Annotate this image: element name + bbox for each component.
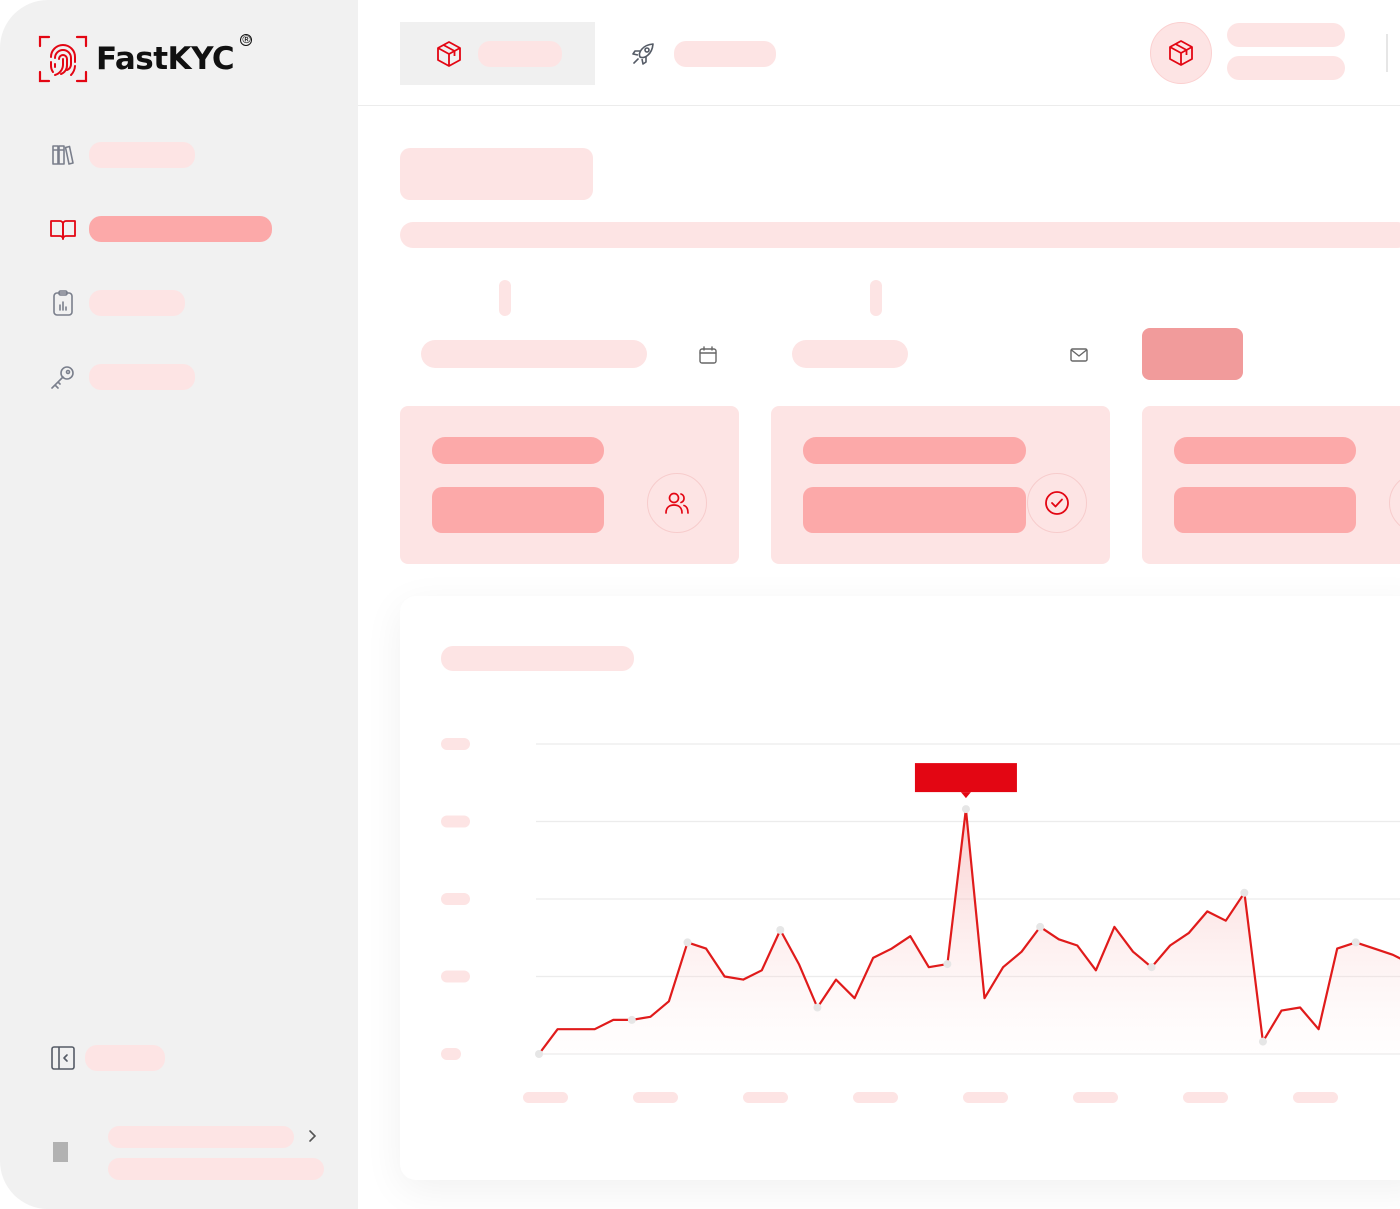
sidebar-item-reports[interactable] bbox=[48, 288, 185, 318]
sidebar-collapse-icon bbox=[48, 1043, 78, 1073]
clipboard-chart-icon bbox=[48, 288, 78, 318]
x-tick-label bbox=[743, 1092, 788, 1103]
chart-tooltip bbox=[914, 763, 1017, 793]
tab-label bbox=[478, 40, 562, 67]
sidebar-collapse-button[interactable] bbox=[48, 1043, 165, 1073]
sidebar-item-api-keys[interactable] bbox=[48, 362, 195, 392]
stat-label bbox=[803, 437, 1026, 464]
mail-icon[interactable] bbox=[1068, 344, 1090, 366]
y-tick-label bbox=[441, 1048, 461, 1060]
filter-label-date bbox=[499, 280, 511, 316]
users-icon bbox=[647, 473, 707, 533]
chart-tooltip-arrow bbox=[960, 792, 971, 799]
sidebar-item-docs[interactable] bbox=[48, 214, 272, 244]
apply-filter-button[interactable] bbox=[1142, 328, 1243, 380]
app-window: FastKYC ® bbox=[0, 0, 1400, 1209]
chart-point[interactable] bbox=[776, 926, 785, 934]
brand-logo[interactable]: FastKYC ® bbox=[38, 34, 252, 84]
email-filter-input[interactable] bbox=[792, 340, 908, 368]
x-tick-label bbox=[853, 1092, 898, 1103]
user-email bbox=[108, 1158, 324, 1180]
library-icon bbox=[48, 140, 78, 170]
chart-point[interactable] bbox=[943, 960, 952, 969]
chart-point[interactable] bbox=[961, 805, 970, 814]
chart-point[interactable] bbox=[813, 1003, 822, 1012]
brand-name: FastKYC bbox=[96, 41, 235, 77]
chart-point[interactable] bbox=[1036, 922, 1045, 931]
x-tick-label bbox=[1183, 1092, 1228, 1103]
stat-value bbox=[803, 487, 1026, 533]
chart-point[interactable] bbox=[1147, 963, 1156, 972]
sidebar-item-label bbox=[89, 364, 195, 390]
collapse-label bbox=[85, 1045, 165, 1071]
filter-label-email bbox=[870, 280, 882, 316]
y-tick-label bbox=[441, 815, 470, 828]
top-bar bbox=[358, 0, 1400, 106]
workspace-name bbox=[1227, 23, 1345, 47]
stat-card-verified bbox=[771, 406, 1110, 564]
sidebar: FastKYC ® bbox=[0, 0, 358, 1209]
topbar-divider bbox=[1386, 34, 1388, 72]
y-tick-label bbox=[441, 893, 470, 905]
sidebar-item-label bbox=[89, 216, 272, 242]
key-icon bbox=[48, 362, 78, 392]
box-icon bbox=[434, 39, 464, 69]
box-icon bbox=[1166, 38, 1196, 68]
chart-point[interactable] bbox=[627, 1015, 636, 1024]
sidebar-item-library[interactable] bbox=[48, 140, 195, 170]
chart-point[interactable] bbox=[683, 938, 692, 947]
circle-icon bbox=[1389, 473, 1400, 533]
x-tick-label bbox=[523, 1092, 568, 1103]
y-tick-label bbox=[441, 738, 470, 750]
sidebar-item-label bbox=[89, 142, 195, 168]
chart-point[interactable] bbox=[1351, 938, 1360, 947]
fingerprint-logo-icon bbox=[38, 35, 88, 83]
chart-point[interactable] bbox=[1240, 888, 1249, 897]
x-tick-label bbox=[1073, 1092, 1118, 1103]
page-title bbox=[400, 148, 593, 200]
registered-mark: ® bbox=[240, 33, 252, 46]
stat-value bbox=[432, 487, 604, 533]
book-open-icon bbox=[48, 214, 78, 244]
tab-launch[interactable] bbox=[610, 22, 800, 85]
page-description bbox=[400, 222, 1400, 248]
x-tick-label bbox=[1293, 1092, 1338, 1103]
stat-card-users bbox=[400, 406, 739, 564]
y-tick-label bbox=[441, 970, 470, 983]
stat-label bbox=[1174, 437, 1356, 464]
chart-point[interactable] bbox=[535, 1050, 543, 1058]
chevron-right-icon bbox=[306, 1128, 318, 1149]
x-tick-label bbox=[963, 1092, 1008, 1103]
calendar-icon[interactable] bbox=[697, 344, 719, 366]
x-tick-label bbox=[633, 1092, 678, 1103]
tab-products[interactable] bbox=[400, 22, 595, 85]
stat-value bbox=[1174, 487, 1356, 533]
chart-point[interactable] bbox=[1258, 1037, 1267, 1046]
stat-label bbox=[432, 437, 604, 464]
workspace-avatar[interactable] bbox=[1150, 22, 1212, 84]
date-range-input[interactable] bbox=[421, 340, 647, 368]
check-circle-icon bbox=[1027, 473, 1087, 533]
user-name bbox=[108, 1126, 294, 1148]
sidebar-item-label bbox=[89, 290, 185, 316]
tab-label bbox=[674, 40, 776, 67]
line-chart bbox=[441, 738, 1400, 1103]
rocket-icon bbox=[628, 39, 658, 69]
chart-card bbox=[400, 596, 1400, 1180]
user-profile[interactable] bbox=[52, 1124, 332, 1184]
workspace-role bbox=[1227, 56, 1345, 80]
stat-card-third bbox=[1142, 406, 1400, 564]
avatar bbox=[53, 1142, 68, 1162]
